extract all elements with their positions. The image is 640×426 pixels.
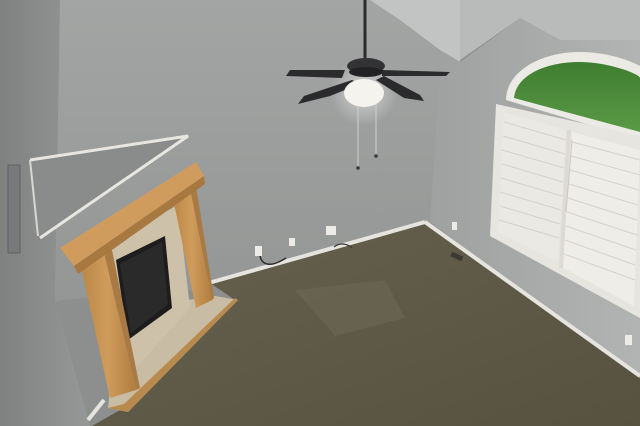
outlet: [452, 222, 457, 230]
left-baseboard: [86, 398, 106, 422]
fan-motor-band: [349, 67, 383, 77]
pull-chain-end: [356, 166, 360, 170]
outlet: [625, 335, 632, 345]
wall-panel: [7, 164, 21, 254]
outlet: [255, 246, 262, 256]
outlet: [326, 226, 336, 235]
outlet: [289, 238, 295, 246]
living-room-photo: [0, 0, 640, 426]
pull-chain-end: [374, 154, 378, 158]
fan-light-bowl: [344, 79, 384, 107]
